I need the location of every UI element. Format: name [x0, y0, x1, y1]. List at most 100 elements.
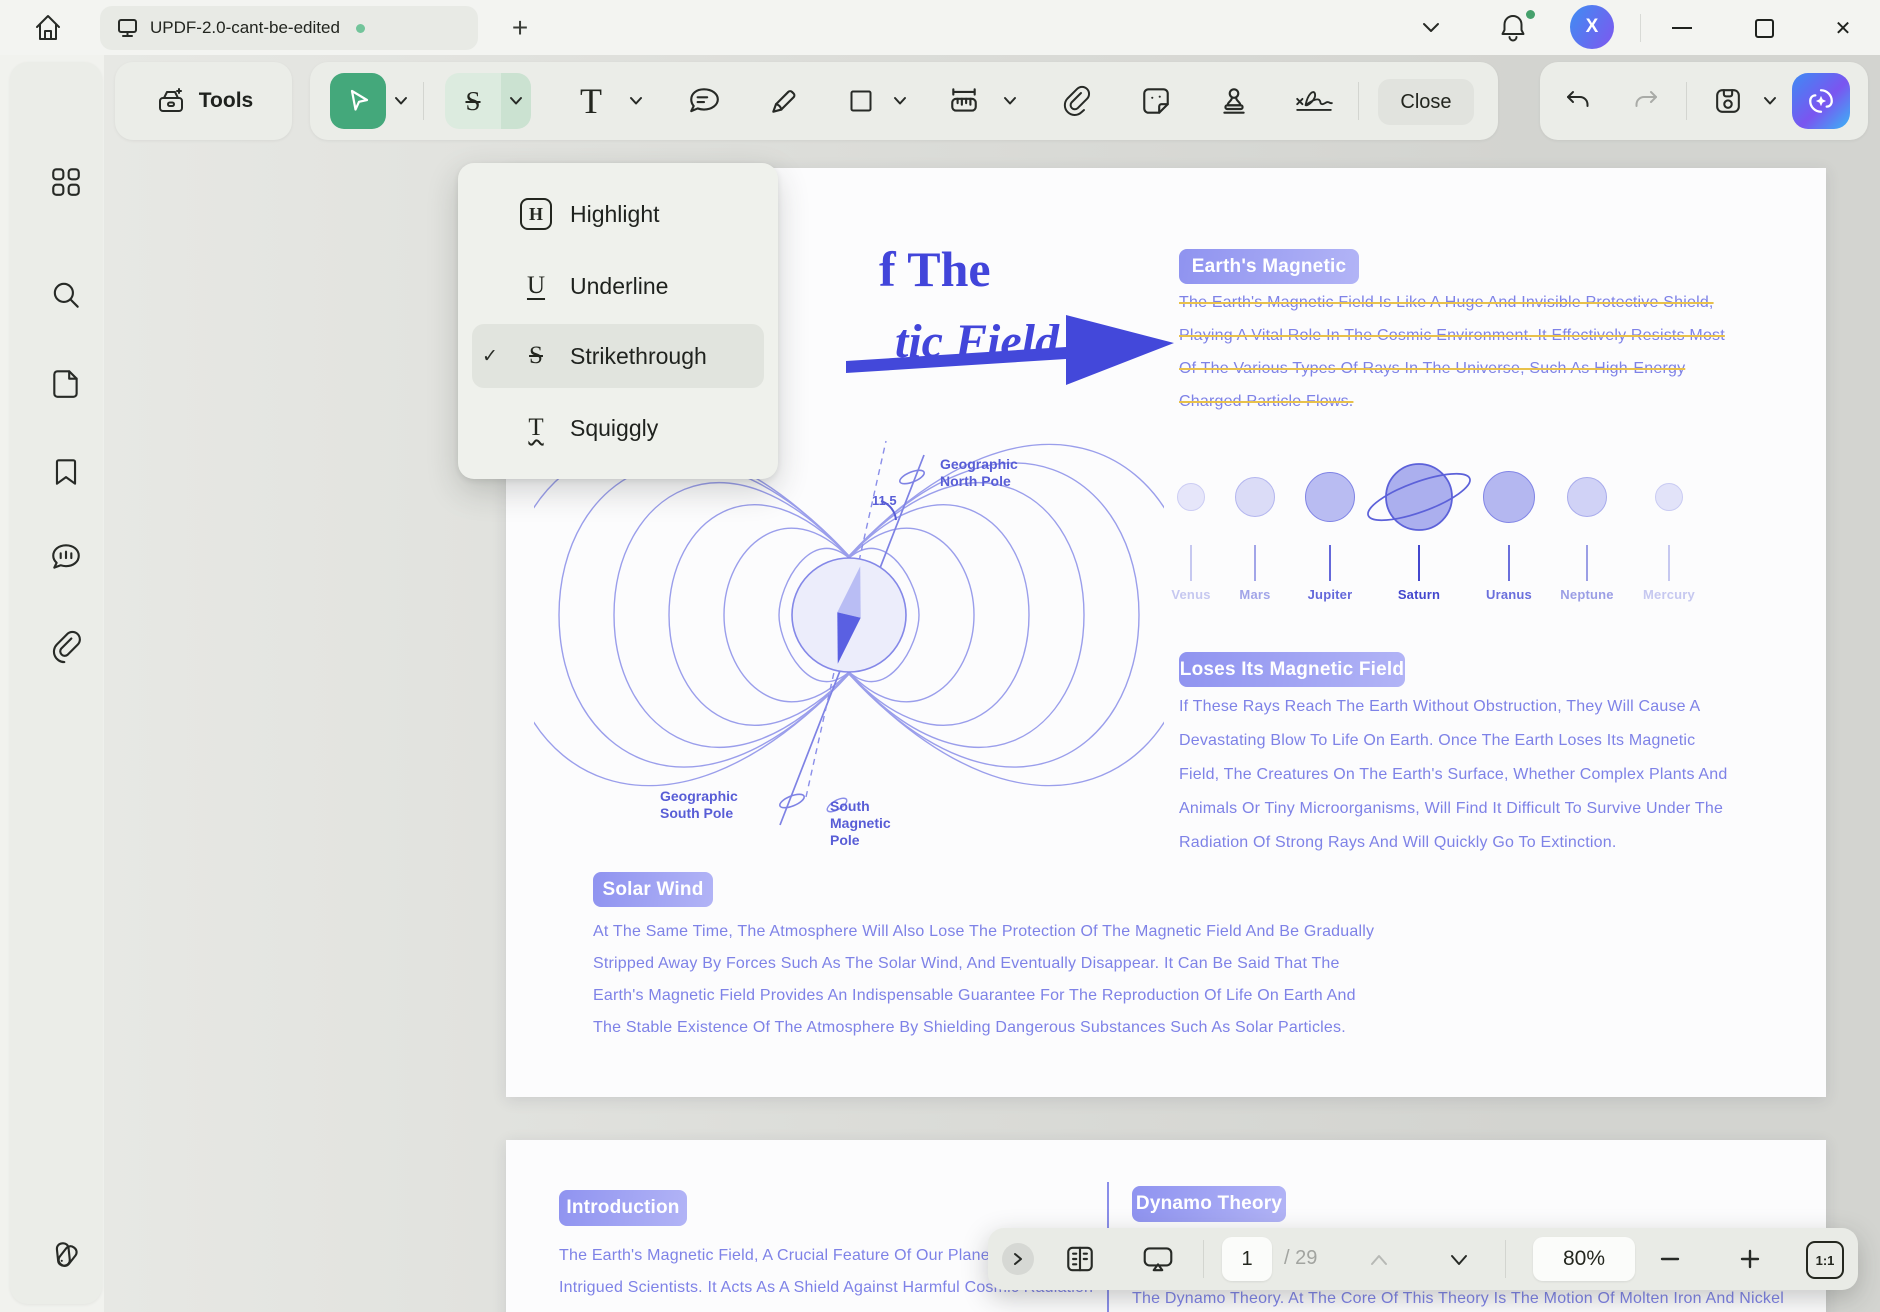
select-tool-chevron-icon[interactable]: [393, 95, 409, 107]
page-thumbnails-icon[interactable]: [49, 367, 83, 401]
planet-circle: [1305, 472, 1355, 522]
stamp-tool-button[interactable]: [1208, 73, 1260, 129]
strikethrough-tool-icon: S: [465, 85, 481, 116]
document-tab[interactable]: UPDF-2.0-cant-be-edited: [100, 6, 478, 50]
annotation-arrow: [846, 315, 1174, 385]
notifications-bell-icon[interactable]: [1496, 10, 1530, 46]
strikethrough-tool-button[interactable]: S: [445, 73, 501, 129]
menu-item-underline[interactable]: U Underline: [472, 254, 764, 318]
search-icon[interactable]: [49, 278, 83, 312]
menu-item-label: Highlight: [570, 200, 660, 227]
paragraph-line: The Stable Existence Of The Atmosphere B…: [593, 1019, 1346, 1036]
comments-icon[interactable]: [49, 540, 83, 574]
bookmark-icon[interactable]: [49, 455, 83, 489]
diagram-label-north-pole: Geographic North Pole: [940, 456, 1018, 489]
zoom-level-box[interactable]: 80%: [1533, 1237, 1635, 1281]
tools-button[interactable]: Tools: [133, 74, 275, 128]
screen-present-icon: [1143, 1247, 1173, 1272]
undo-icon: [1567, 91, 1589, 107]
squiggly-icon: T: [528, 414, 544, 441]
cursor-icon: [350, 89, 369, 111]
minus-icon: [1660, 1257, 1680, 1261]
menu-item-highlight[interactable]: H Highlight: [472, 182, 764, 246]
tab-title: UPDF-2.0-cant-be-edited: [150, 18, 340, 37]
ruler-icon: [951, 88, 977, 112]
attachments-icon[interactable]: [49, 630, 83, 664]
comment-tool-button[interactable]: [678, 73, 730, 129]
redo-button[interactable]: [1622, 73, 1670, 129]
maximize-button[interactable]: [1744, 8, 1784, 48]
page-number-value: 1: [1241, 1247, 1253, 1270]
paragraph-line: Devastating Blow To Life On Earth. Once …: [1179, 732, 1696, 749]
undo-button[interactable]: [1554, 73, 1602, 129]
apps-grid-icon[interactable]: [49, 165, 83, 199]
presentation-mode-button[interactable]: [1138, 1242, 1178, 1276]
tabs-chevron-down-icon[interactable]: [1420, 20, 1442, 36]
paragraph-line: The Dynamo Theory. At The Core Of This T…: [1132, 1290, 1784, 1307]
diagram-label-south-geo: Geographic South Pole: [660, 788, 738, 821]
text-tool-button[interactable]: T: [565, 73, 617, 129]
stamp-icon: [1223, 88, 1245, 114]
user-avatar[interactable]: X: [1570, 5, 1614, 49]
zoom-out-button[interactable]: [1654, 1244, 1686, 1274]
save-icon: [1716, 89, 1740, 113]
next-page-chevron-icon[interactable]: [1446, 1252, 1472, 1268]
doc-title-line1: f The: [879, 241, 991, 297]
menu-item-squiggly[interactable]: T Squiggly: [472, 396, 764, 460]
paragraph-line: If These Rays Reach The Earth Without Ob…: [1179, 698, 1701, 715]
close-mode-button[interactable]: Close: [1378, 79, 1474, 125]
pencil-icon: [772, 90, 796, 113]
sticker-icon: [1143, 88, 1169, 114]
expand-bar-button[interactable]: [1002, 1243, 1034, 1275]
save-button[interactable]: [1704, 73, 1752, 129]
strikethrough-text-line: Charged Particle Flows.: [1179, 393, 1354, 410]
page-total-label: / 29: [1284, 1247, 1318, 1269]
previous-page-chevron-icon[interactable]: [1366, 1252, 1392, 1268]
bottom-navigation-bar: 1 / 29 80% 1:1: [988, 1228, 1858, 1290]
home-icon[interactable]: [31, 11, 65, 45]
paragraph-line: Earth's Magnetic Field Provides An Indis…: [593, 987, 1356, 1004]
strikethrough-text-line: Of The Various Types Of Rays In The Univ…: [1179, 360, 1686, 377]
shape-tool-button[interactable]: [835, 73, 887, 129]
measure-tool-button[interactable]: [938, 73, 990, 129]
sticker-tool-button[interactable]: [1130, 73, 1182, 129]
section-badge-solar-wind: Solar Wind: [593, 872, 713, 907]
updf-app-window: f The tic Field Earth's Magnetic The Ear…: [0, 0, 1880, 1312]
close-window-button[interactable]: ✕: [1823, 8, 1863, 48]
signature-tool-button[interactable]: [1282, 73, 1346, 129]
section-badge-loses-field: Loses Its Magnetic Field: [1179, 652, 1405, 687]
zoom-in-button[interactable]: [1734, 1244, 1766, 1274]
two-page-view-icon: [1067, 1246, 1093, 1272]
ai-assistant-button[interactable]: [1792, 73, 1850, 129]
chevron-down-icon: [510, 97, 522, 105]
measure-tool-chevron-icon[interactable]: [1002, 95, 1018, 107]
minimize-button[interactable]: [1662, 8, 1702, 48]
monitor-icon: [118, 19, 137, 37]
pen-tool-button[interactable]: [758, 73, 810, 129]
select-tool-button[interactable]: [330, 73, 386, 129]
page-number-input[interactable]: 1: [1222, 1237, 1272, 1281]
save-options-chevron-icon[interactable]: [1762, 95, 1778, 107]
strikethrough-dropdown-button[interactable]: [501, 73, 531, 129]
shape-tool-chevron-icon[interactable]: [892, 95, 908, 107]
strikethrough-text-line: Playing A Vital Role In The Cosmic Envir…: [1179, 327, 1725, 344]
tools-label: Tools: [198, 89, 254, 112]
page-layout-button[interactable]: [1060, 1242, 1100, 1276]
comment-bubble-icon: [690, 88, 719, 113]
signature-icon: [1296, 91, 1333, 111]
text-tool-chevron-icon[interactable]: [628, 95, 644, 107]
planet-circle: [1235, 477, 1275, 517]
new-tab-button[interactable]: +: [500, 8, 540, 48]
toolbox-icon: [158, 88, 183, 112]
strikethrough-text-line: The Earth's Magnetic Field Is Like A Hug…: [1179, 294, 1714, 311]
actual-size-button[interactable]: 1:1: [1806, 1241, 1844, 1279]
swatches-fan-icon[interactable]: [49, 1238, 83, 1272]
planet-circle: [1177, 483, 1205, 511]
text-tool-icon: T: [580, 81, 602, 121]
redo-icon: [1635, 91, 1657, 107]
attachment-tool-button[interactable]: [1050, 73, 1102, 129]
diagram-label-angle: 11.5: [872, 493, 897, 508]
menu-item-strikethrough[interactable]: ✓ S Strikethrough: [472, 324, 764, 388]
unsaved-indicator-dot: [355, 23, 365, 33]
paragraph-line: Field, The Creatures On The Earth's Surf…: [1179, 766, 1728, 783]
